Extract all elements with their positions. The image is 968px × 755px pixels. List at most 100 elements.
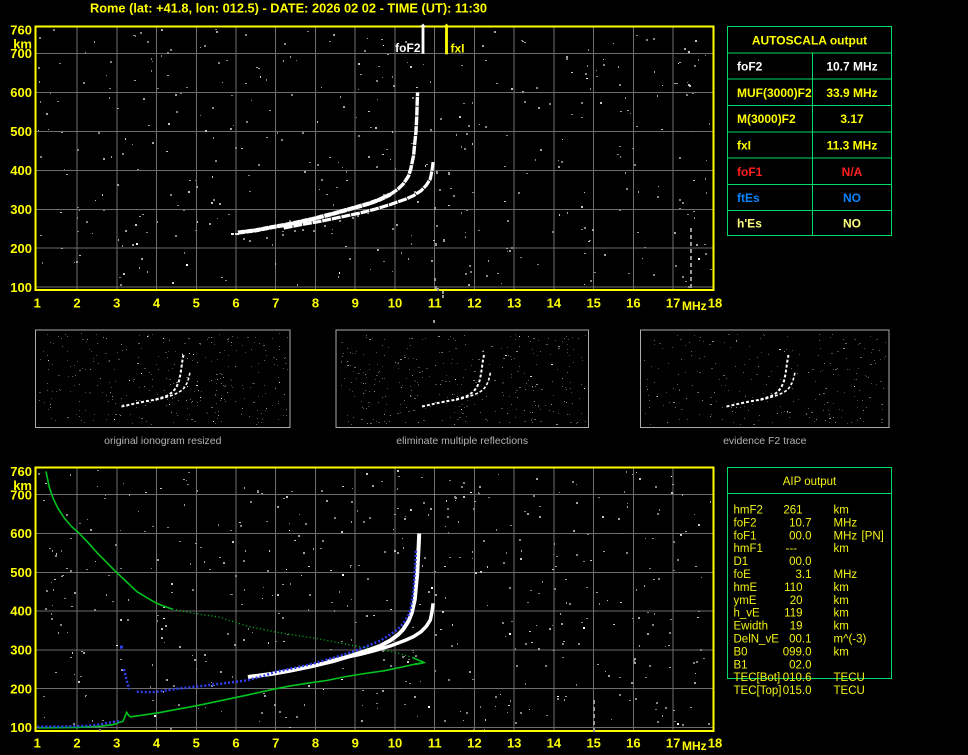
svg-text:3: 3: [113, 736, 120, 751]
svg-text:11: 11: [428, 736, 442, 751]
svg-text:17: 17: [666, 296, 680, 311]
svg-text:12: 12: [467, 736, 481, 751]
svg-text:km: km: [834, 595, 849, 607]
svg-text:foF2: foF2: [395, 41, 421, 55]
svg-text:600: 600: [10, 526, 32, 541]
svg-text:300: 300: [10, 643, 32, 658]
svg-text:h'Es: h'Es: [737, 217, 762, 231]
svg-text:M(3000)F2: M(3000)F2: [737, 112, 796, 126]
svg-text:7: 7: [272, 736, 279, 751]
svg-text:foF1: foF1: [737, 165, 763, 179]
svg-text:B0: B0: [734, 646, 748, 658]
svg-text:10.7: 10.7: [789, 517, 811, 529]
svg-text:600: 600: [10, 85, 32, 100]
svg-text:ymE: ymE: [734, 595, 757, 607]
svg-text:TECU: TECU: [834, 672, 865, 684]
svg-text:MHz: MHz: [834, 569, 858, 581]
svg-text:18: 18: [708, 296, 722, 311]
svg-text:4: 4: [153, 736, 161, 751]
svg-text:19: 19: [790, 621, 803, 633]
svg-text:11.3 MHz: 11.3 MHz: [827, 139, 878, 153]
svg-text:8: 8: [312, 296, 319, 311]
svg-text:00.0: 00.0: [789, 530, 811, 542]
svg-text:700: 700: [10, 46, 32, 61]
svg-text:1: 1: [34, 296, 41, 311]
svg-text:km: km: [834, 621, 849, 633]
svg-text:760: 760: [10, 464, 32, 479]
svg-text:010.6: 010.6: [783, 672, 812, 684]
svg-text:099.0: 099.0: [783, 646, 812, 658]
svg-text:20: 20: [790, 595, 803, 607]
svg-text:2: 2: [73, 296, 80, 311]
svg-text:km: km: [834, 582, 849, 594]
svg-text:10: 10: [388, 736, 402, 751]
svg-text:foF1: foF1: [734, 530, 757, 542]
svg-text:14: 14: [547, 296, 562, 311]
svg-text:AIP output: AIP output: [783, 476, 837, 488]
svg-text:14: 14: [547, 736, 562, 751]
svg-text:6: 6: [232, 296, 239, 311]
svg-text:3.17: 3.17: [840, 112, 864, 126]
svg-text:foF2: foF2: [737, 60, 763, 74]
svg-text:100: 100: [10, 720, 32, 735]
svg-text:760: 760: [10, 23, 32, 38]
svg-text:13: 13: [507, 296, 521, 311]
svg-text:200: 200: [10, 681, 32, 696]
svg-text:MHz: MHz: [682, 739, 707, 753]
svg-text:700: 700: [10, 487, 32, 502]
svg-text:hmE: hmE: [734, 582, 758, 594]
svg-text:evidence F2 trace: evidence F2 trace: [723, 435, 807, 447]
svg-text:9: 9: [352, 736, 359, 751]
svg-text:8: 8: [312, 736, 319, 751]
svg-text:2: 2: [73, 736, 80, 751]
svg-text:3: 3: [113, 296, 120, 311]
svg-text:5: 5: [193, 296, 200, 311]
svg-text:MHz: MHz: [834, 530, 858, 542]
svg-text:00.1: 00.1: [789, 634, 811, 646]
svg-text:hmF2: hmF2: [734, 505, 763, 517]
svg-text:400: 400: [10, 163, 32, 178]
svg-text:300: 300: [10, 202, 32, 217]
svg-text:00.0: 00.0: [789, 556, 811, 568]
svg-text:11: 11: [428, 296, 442, 311]
svg-text:MHz: MHz: [682, 299, 707, 313]
svg-text:4: 4: [153, 296, 161, 311]
svg-text:500: 500: [10, 124, 32, 139]
svg-text:1: 1: [34, 736, 41, 751]
svg-text:13: 13: [507, 736, 521, 751]
svg-text:12: 12: [467, 296, 481, 311]
svg-text:fxI: fxI: [737, 139, 751, 153]
svg-text:NO: NO: [843, 191, 861, 205]
svg-text:15: 15: [586, 736, 600, 751]
svg-text:fxI: fxI: [451, 42, 465, 56]
svg-text:original ionogram resized: original ionogram resized: [104, 435, 221, 447]
svg-text:km: km: [834, 543, 849, 555]
svg-text:200: 200: [10, 241, 32, 256]
svg-text:TEC[Top]: TEC[Top]: [734, 685, 782, 697]
svg-text:261: 261: [783, 505, 802, 517]
svg-text:foE: foE: [734, 569, 752, 581]
svg-text:ftEs: ftEs: [737, 191, 760, 205]
svg-text:Rome (lat: +41.8, lon: 012.5): Rome (lat: +41.8, lon: 012.5) - DATE: 20…: [90, 1, 487, 16]
svg-text:16: 16: [626, 296, 640, 311]
svg-text:MHz: MHz: [834, 517, 858, 529]
svg-text:5: 5: [193, 736, 200, 751]
svg-text:3.1: 3.1: [796, 569, 812, 581]
svg-text:17: 17: [666, 736, 680, 751]
svg-text:km: km: [834, 608, 849, 620]
svg-text:m^(-3): m^(-3): [834, 634, 867, 646]
svg-text:119: 119: [784, 608, 802, 620]
svg-text:100: 100: [10, 280, 32, 295]
svg-text:NO: NO: [843, 217, 861, 231]
svg-text:15: 15: [586, 296, 600, 311]
svg-text:400: 400: [10, 604, 32, 619]
svg-text:33.9 MHz: 33.9 MHz: [826, 86, 877, 100]
svg-text:02.0: 02.0: [789, 659, 811, 671]
svg-text:h_vE: h_vE: [734, 608, 761, 620]
svg-text:foF2: foF2: [734, 517, 757, 529]
svg-text:AUTOSCALA output: AUTOSCALA output: [752, 34, 867, 48]
svg-text:TECU: TECU: [834, 685, 865, 697]
svg-text:MUF(3000)F2: MUF(3000)F2: [737, 86, 812, 100]
svg-text:hmF1: hmF1: [734, 543, 763, 555]
svg-text:110: 110: [784, 582, 802, 594]
